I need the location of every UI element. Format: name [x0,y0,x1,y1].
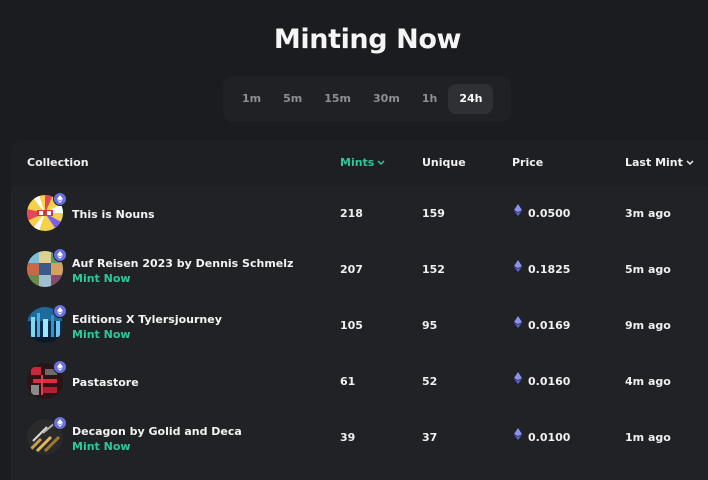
ethereum-icon [514,409,522,465]
header-unique[interactable]: Unique [422,140,466,186]
unique-count: 37 [422,431,438,444]
tab-5m[interactable]: 5m [272,84,313,114]
ethereum-icon [514,297,522,353]
price-cell: 0.0100 [514,410,570,466]
price-cell: 0.1825 [514,242,570,298]
ethereum-badge-icon [53,304,67,318]
decagon-avatar [27,416,67,455]
pastastore-avatar [27,360,67,399]
last-mint-time: 4m ago [625,375,671,388]
collection-name[interactable]: Editions X Tylersjourney [72,313,222,326]
price-value: 0.0160 [528,375,571,388]
mints-count: 39 [340,431,356,444]
tylersjourney-avatar [27,304,67,343]
page-title: Minting Now [273,24,462,55]
tab-1m[interactable]: 1m [231,84,272,114]
last-mint-time: 3m ago [625,207,671,220]
price-value: 0.0500 [528,207,571,220]
header-unique-label: Unique [422,156,466,169]
auf-reisen-avatar [27,248,67,287]
unique-count: 52 [422,375,438,388]
tab-30m[interactable]: 30m [362,84,411,114]
collection-name[interactable]: Decagon by Golid and Deca [72,425,242,438]
header-price-label: Price [512,156,544,169]
ethereum-icon [514,353,522,409]
table-row[interactable]: Pastastore 61 52 0.0160 4m ago [11,354,708,410]
chevron-down-icon [686,140,694,186]
price-value: 0.0100 [528,431,571,444]
minting-table: Collection Mints Unique Price Last Mint [11,140,708,480]
price-cell: 0.0169 [514,298,570,354]
unique-count: 95 [422,319,438,332]
unique-count: 159 [422,207,445,220]
mint-now-link[interactable]: Mint Now [72,272,131,285]
collection-name[interactable]: This is Nouns [72,208,155,221]
mint-now-link[interactable]: Mint Now [72,328,131,341]
tab-24h[interactable]: 24h [448,84,494,114]
header-price[interactable]: Price [512,140,543,186]
table-row[interactable]: This is Nouns 218 159 0.0500 3m ago [11,186,708,242]
last-mint-time: 1m ago [625,431,671,444]
ethereum-badge-icon [53,192,67,206]
time-range-tabs: 1m 5m 15m 30m 1h 24h [223,76,511,122]
collection-name[interactable]: Auf Reisen 2023 by Dennis Schmelz [72,257,293,270]
ethereum-icon [514,185,522,241]
price-cell: 0.0500 [514,186,570,242]
ethereum-badge-icon [53,360,67,374]
table-row[interactable]: Editions X Tylersjourney Mint Now 105 95… [11,298,708,354]
tab-15m[interactable]: 15m [313,84,362,114]
last-mint-time: 9m ago [625,319,671,332]
header-last-mint[interactable]: Last Mint [625,140,694,186]
price-value: 0.1825 [528,263,571,276]
table-header: Collection Mints Unique Price Last Mint [11,140,708,186]
header-mints[interactable]: Mints [340,140,385,186]
unique-count: 152 [422,263,445,276]
ethereum-badge-icon [53,248,67,262]
nouns-avatar [27,192,67,231]
table-row[interactable]: Decagon by Golid and Deca Mint Now 39 37… [11,410,708,466]
mints-count: 207 [340,263,363,276]
header-mints-label: Mints [340,156,375,169]
collection-name[interactable]: Pastastore [72,376,139,389]
header-collection: Collection [27,140,89,186]
mints-count: 105 [340,319,363,332]
mints-count: 218 [340,207,363,220]
mint-now-link[interactable]: Mint Now [72,440,131,453]
ethereum-badge-icon [53,416,67,430]
price-cell: 0.0160 [514,354,570,410]
chevron-down-icon [377,140,385,186]
mints-count: 61 [340,375,356,388]
last-mint-time: 5m ago [625,263,671,276]
tab-1h[interactable]: 1h [411,84,449,114]
ethereum-icon [514,241,522,297]
header-last-mint-label: Last Mint [625,156,683,169]
header-collection-label: Collection [27,156,89,169]
price-value: 0.0169 [528,319,571,332]
table-row[interactable]: Auf Reisen 2023 by Dennis Schmelz Mint N… [11,242,708,298]
